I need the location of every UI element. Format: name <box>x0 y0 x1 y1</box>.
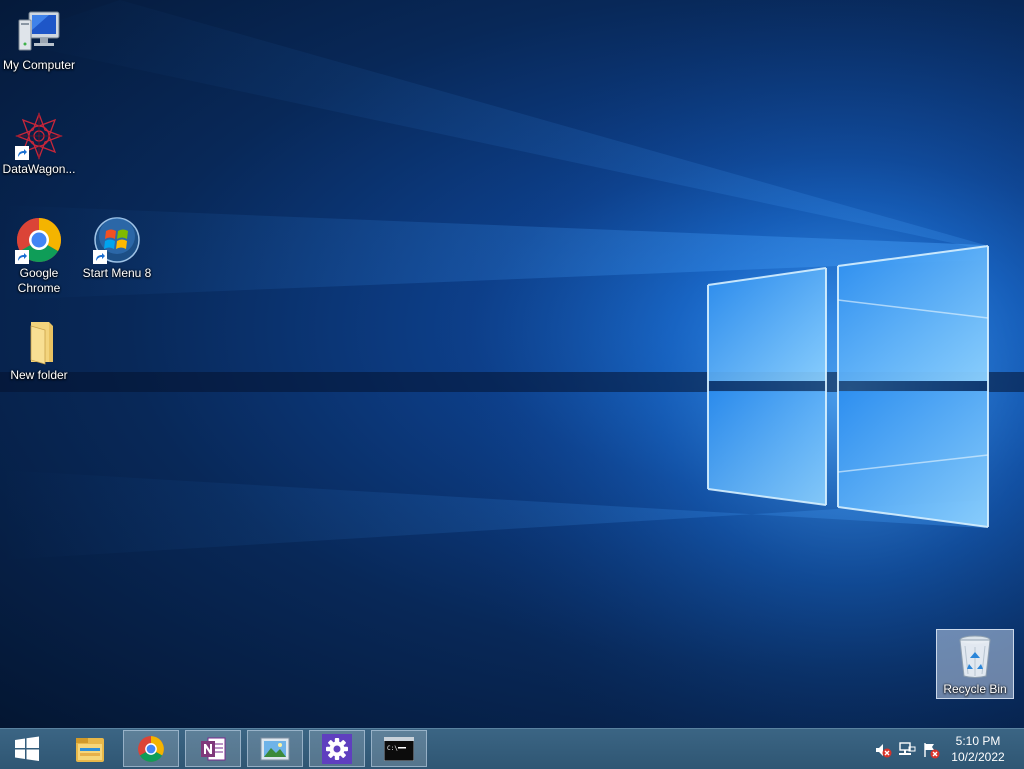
shortcut-arrow-icon <box>93 250 107 264</box>
settings-gear-icon <box>322 733 352 764</box>
clock-date: 10/2/2022 <box>951 750 1005 764</box>
file-explorer-icon <box>76 737 104 762</box>
photos-icon <box>260 737 290 760</box>
clock-time: 5:10 PM <box>955 734 1001 748</box>
desktop-icon-label: DataWagon... <box>2 162 76 176</box>
chrome-icon <box>138 735 164 762</box>
desktop-icon-recycle-bin[interactable]: Recycle Bin <box>936 629 1014 699</box>
desktop-icon-datawagon[interactable]: DataWagon... <box>0 112 78 177</box>
taskbar-photos-button[interactable] <box>247 730 303 767</box>
desktop-icon-start-menu-8[interactable]: Start Menu 8 <box>78 216 156 281</box>
start-button[interactable] <box>0 730 54 767</box>
desktop-icon-label: New folder <box>10 368 68 382</box>
taskbar-onenote-button[interactable] <box>185 730 241 767</box>
shortcut-arrow-icon <box>15 146 29 160</box>
network-icon[interactable] <box>898 741 916 759</box>
recycle-bin-icon <box>959 635 991 678</box>
desktop-icon-label: Recycle Bin <box>943 682 1007 696</box>
desktop-icon-my-computer[interactable]: My Computer <box>0 8 78 73</box>
command-prompt-icon: C:\ <box>384 736 414 761</box>
taskbar-file-explorer-button[interactable] <box>62 730 118 767</box>
shortcut-arrow-icon <box>15 250 29 264</box>
desktop-icon-label: Google Chrome <box>17 266 61 295</box>
desktop-icon-label: My Computer <box>2 58 76 72</box>
taskbar-settings-button[interactable] <box>309 730 365 767</box>
taskbar-chrome-button[interactable] <box>123 730 179 767</box>
desktop-icon-label: Start Menu 8 <box>82 266 152 280</box>
windows-wallpaper <box>0 0 1024 728</box>
taskbar-clock[interactable]: 5:10 PM 10/2/2022 <box>946 733 1010 765</box>
action-center-flag-icon[interactable] <box>922 741 940 759</box>
taskbar-command-prompt-button[interactable]: C:\ <box>371 730 427 767</box>
desktop-icon-google-chrome[interactable]: Google Chrome <box>0 216 78 296</box>
svg-text:C:\: C:\ <box>387 745 398 752</box>
onenote-icon <box>201 737 226 760</box>
volume-muted-icon[interactable] <box>874 741 892 759</box>
folder-icon <box>30 322 53 365</box>
computer-icon <box>18 11 60 51</box>
desktop-icon-new-folder[interactable]: New folder <box>0 318 78 383</box>
taskbar: C:\ 5:10 PM 10/2/2022 <box>0 728 1024 769</box>
windows-start-icon <box>15 736 39 761</box>
desktop[interactable]: My Computer DataWagon... Google Chrome S… <box>0 0 1024 728</box>
